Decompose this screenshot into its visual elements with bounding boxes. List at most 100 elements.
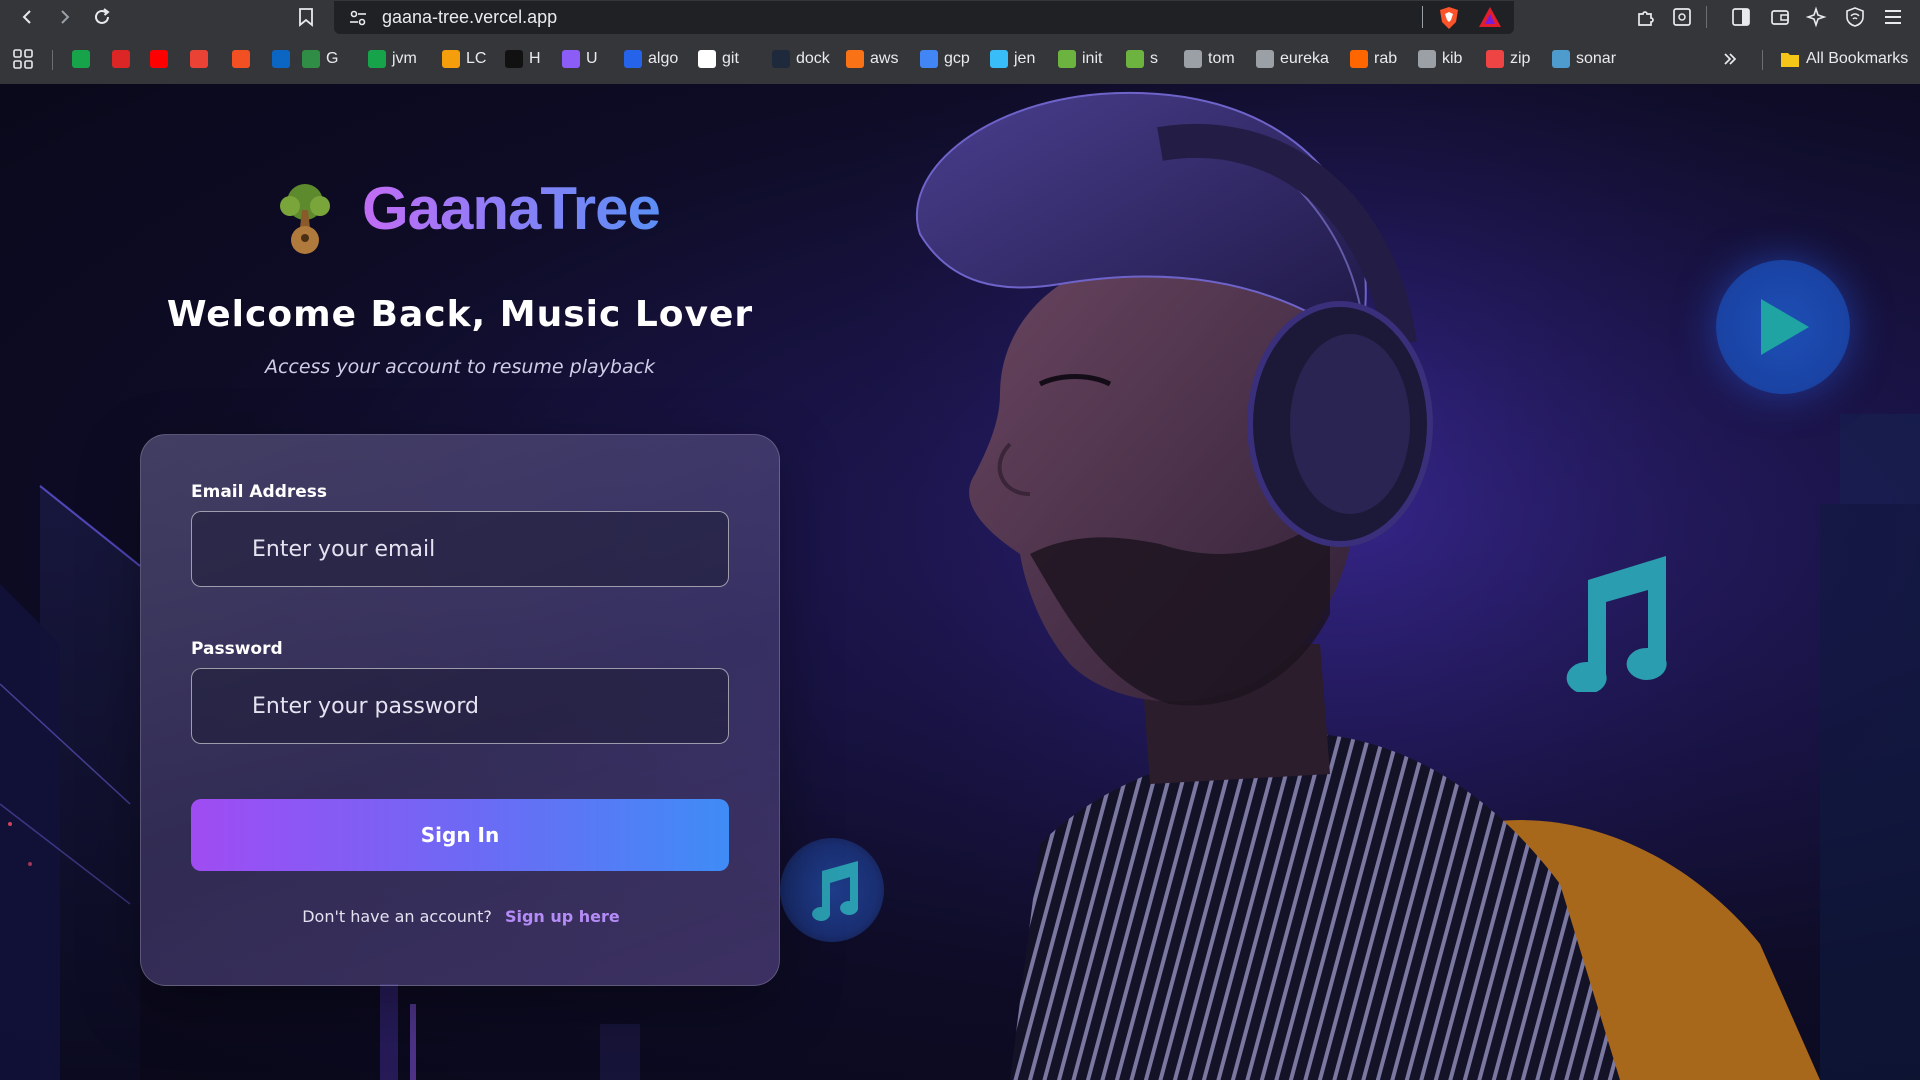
hero-person-illustration [860,84,1920,1080]
signup-link[interactable]: Sign up here [505,907,620,926]
bookmark-item[interactable]: gcp [920,48,970,70]
gaanatree-logo [280,184,330,254]
all-bookmarks[interactable]: All Bookmarks [1780,48,1908,70]
jenkins-icon [990,50,1008,68]
site-settings-icon[interactable] [348,8,368,28]
bookmark-item[interactable]: sonar [1552,48,1616,70]
sign-in-button[interactable]: Sign In [191,799,729,871]
page-title: Welcome Back, Music Lover [166,294,754,335]
bookmark-label: zip [1510,50,1531,67]
bookmark-item[interactable]: dock [772,48,830,70]
bookmark-label: kib [1442,50,1463,67]
google-icon [920,50,938,68]
bookmark-item[interactable]: jvm [368,48,417,70]
play-icon [1716,260,1850,394]
back-icon[interactable] [14,3,42,31]
music-note-bubble-icon [780,838,884,942]
globe-icon [1184,50,1202,68]
jvm-icon [368,50,386,68]
reload-icon[interactable] [88,3,116,31]
udemy-icon [562,50,580,68]
bookmark-label: git [722,50,739,67]
bookmark-label: gcp [944,50,970,67]
bookmark-label: algo [648,50,679,67]
bookmark-label: jvm [392,50,417,67]
leetcode-icon [442,50,460,68]
bookmark-item[interactable]: zip [1486,48,1530,70]
brave-rewards-icon[interactable] [1478,6,1502,28]
more-bookmarks-icon[interactable] [1722,48,1738,70]
all-bookmarks-label: All Bookmarks [1806,50,1909,67]
extensions-icon[interactable] [1633,4,1659,30]
bookmark-item[interactable] [150,48,168,70]
youtube-icon [150,50,168,68]
bookmark-item[interactable]: G [302,48,338,70]
email-input[interactable] [192,512,728,586]
browser-chrome: gaana-tree.vercel.app G jvm LC H U algo … [0,0,1920,84]
bookmark-divider [1762,50,1763,70]
password-label: Password [191,639,283,659]
aws-icon [846,50,864,68]
bookmark-label: aws [870,50,899,67]
bookmark-icon[interactable] [292,3,320,31]
bookmark-item[interactable]: git [698,48,739,70]
forward-icon[interactable] [50,3,78,31]
signup-row: Don't have an account? Sign up here [141,907,781,926]
rabbitmq-icon [1350,50,1368,68]
brave-shield-icon[interactable] [1438,6,1460,30]
wallet-icon[interactable] [1767,4,1793,30]
page-subtitle: Access your account to resume playback [264,356,656,378]
folder-icon [1781,53,1799,67]
bookmark-item[interactable]: U [562,48,598,70]
bookmark-item[interactable] [272,48,290,70]
email-field[interactable] [191,511,729,587]
password-input[interactable] [192,669,728,743]
url-text[interactable]: gaana-tree.vercel.app [382,7,557,28]
bookmark-item[interactable]: eureka [1256,48,1329,70]
login-page: GaanaTree Welcome Back, Music Lover Acce… [0,84,1920,1080]
bookmark-item[interactable] [232,48,250,70]
bookmark-item[interactable]: jen [990,48,1035,70]
bookmarks-bar: Gjvm LC H Ualgo git dock aws gcp jen init s tom eure… [0,42,1920,76]
sonar-icon [1552,50,1570,68]
bookmark-item[interactable]: init [1058,48,1102,70]
github-icon [698,50,716,68]
spring-icon [1126,50,1144,68]
bookmark-label: rab [1374,50,1398,67]
bookmark-label: tom [1208,50,1235,67]
cb-icon [72,50,90,68]
login-card: Email Address Password Sign In Don't hav… [140,434,780,986]
leo-ai-icon[interactable] [1804,4,1830,30]
globe-icon [1256,50,1274,68]
bookmark-label: eureka [1280,50,1329,67]
apps-icon[interactable] [12,48,34,70]
bookmark-item[interactable]: tom [1184,48,1235,70]
microsoft-icon [232,50,250,68]
geeks-icon [302,50,320,68]
vpn-icon[interactable] [1842,4,1868,30]
diamond-icon [112,50,130,68]
bookmark-item[interactable]: aws [846,48,898,70]
bookmark-item[interactable] [190,48,208,70]
bookmark-label: dock [796,50,830,67]
bookmark-item[interactable] [72,48,90,70]
bookmark-item[interactable]: s [1126,48,1158,70]
bookmark-label: s [1150,50,1158,67]
omnibox-divider [1422,6,1423,28]
bookmark-item[interactable]: H [505,48,541,70]
bookmark-item[interactable] [112,48,130,70]
screenshot-icon[interactable] [1669,4,1695,30]
browser-toolbar: gaana-tree.vercel.app [0,0,1920,34]
sidebar-icon[interactable] [1728,4,1754,30]
address-bar[interactable]: gaana-tree.vercel.app [334,1,1514,34]
bookmark-item[interactable]: rab [1350,48,1397,70]
bookmark-item[interactable]: LC [442,48,486,70]
bookmark-item[interactable]: kib [1418,48,1462,70]
bookmark-item[interactable]: algo [624,48,678,70]
spring-icon [1058,50,1076,68]
menu-icon[interactable] [1880,4,1906,30]
signup-prompt: Don't have an account? [302,907,492,926]
bookmark-label: init [1082,50,1103,67]
password-field[interactable] [191,668,729,744]
bookmark-label: U [586,50,598,67]
